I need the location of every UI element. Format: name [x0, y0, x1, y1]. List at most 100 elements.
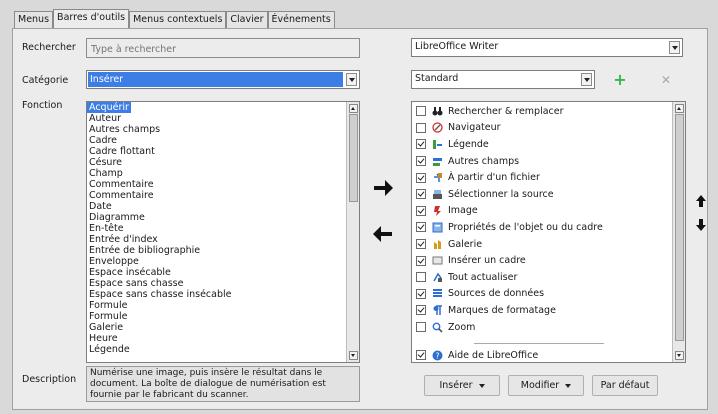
remove-command-button[interactable] — [370, 222, 396, 248]
function-list-item[interactable]: Entrée d'index — [87, 234, 359, 245]
command-item[interactable]: Autres champs — [412, 153, 685, 170]
checkbox[interactable] — [416, 255, 426, 266]
help-icon: ? — [432, 350, 443, 361]
function-item-label: Autres champs — [89, 124, 161, 135]
command-label: Autres champs — [448, 155, 520, 167]
function-list-item[interactable]: Cadre flottant — [87, 146, 359, 157]
tab-menus[interactable]: Menus — [14, 11, 54, 28]
function-list-item[interactable]: Cadre — [87, 135, 359, 146]
scrollbar-thumb[interactable] — [675, 114, 684, 341]
function-list-item[interactable]: Espace sans chasse — [87, 278, 359, 289]
function-list-item[interactable]: Espace sans chasse insécable — [87, 289, 359, 300]
command-item[interactable]: Zoom — [412, 319, 685, 336]
function-list-item[interactable]: Galerie — [87, 322, 359, 333]
function-list-item[interactable]: Légende — [87, 344, 359, 355]
checkbox[interactable] — [416, 272, 426, 283]
function-list-item[interactable]: Acquérir — [87, 102, 359, 113]
category-label: Catégorie — [22, 75, 69, 86]
function-list-item[interactable]: Heure — [87, 333, 359, 344]
commands-scrollbar[interactable] — [672, 102, 685, 362]
separator — [474, 343, 604, 344]
search-input-text[interactable] — [89, 40, 353, 58]
function-list-item[interactable]: Date — [87, 201, 359, 212]
remove-toolbar-button[interactable]: ✕ — [656, 70, 676, 89]
scroll-up-icon[interactable] — [675, 104, 684, 113]
command-item-help[interactable]: ? Aide de LibreOffice — [412, 347, 538, 362]
function-list-item[interactable]: Formule — [87, 311, 359, 322]
chevron-down-icon[interactable] — [581, 73, 592, 86]
modify-button[interactable]: Modifier — [508, 375, 584, 396]
function-list-scrollbar[interactable] — [346, 102, 359, 362]
scrollbar-thumb[interactable] — [349, 114, 358, 202]
category-dropdown[interactable]: Insérer — [86, 70, 360, 89]
move-up-button[interactable] — [694, 193, 708, 209]
scope-dropdown[interactable]: LibreOffice Writer — [411, 38, 683, 57]
add-toolbar-button[interactable]: + — [610, 70, 630, 89]
command-item[interactable]: Légende — [412, 136, 685, 153]
function-list-item[interactable]: Commentaire — [87, 190, 359, 201]
function-list-item[interactable]: Diagramme — [87, 212, 359, 223]
toolbar-commands-list[interactable]: Rechercher & remplacer Navigateur Légende A… — [411, 101, 686, 363]
description-text: Numérise une image, puis insère le résul… — [86, 366, 360, 402]
command-item[interactable]: Sources de données — [412, 286, 685, 303]
checkbox[interactable] — [416, 139, 426, 150]
checkbox[interactable] — [416, 239, 426, 250]
function-item-label: Espace sans chasse — [89, 278, 184, 289]
command-item[interactable]: Image — [412, 203, 685, 220]
command-item[interactable]: Insérer un cadre — [412, 252, 685, 269]
checkbox[interactable] — [416, 156, 426, 167]
function-list-item[interactable]: Auteur — [87, 113, 359, 124]
tab-toolbars[interactable]: Barres d'outils — [53, 9, 130, 28]
function-list-item[interactable]: Commentaire — [87, 179, 359, 190]
function-list-item[interactable]: Enveloppe — [87, 256, 359, 267]
scroll-down-icon[interactable] — [349, 351, 358, 360]
move-down-button[interactable] — [694, 217, 708, 233]
insert-button[interactable]: Insérer — [424, 375, 500, 396]
checkbox[interactable] — [416, 305, 426, 316]
function-list-item[interactable]: Césure — [87, 157, 359, 168]
command-item[interactable]: Navigateur — [412, 120, 685, 137]
function-list[interactable]: Acquérir Auteur Autres champs Cadre Cadre fl… — [86, 101, 360, 363]
checkbox[interactable] — [416, 288, 426, 299]
search-input[interactable] — [86, 38, 360, 58]
function-list-item[interactable]: En-tête — [87, 223, 359, 234]
checkbox[interactable] — [416, 222, 426, 233]
command-item[interactable]: Rechercher & remplacer — [412, 103, 685, 120]
command-item[interactable]: À partir d'un fichier — [412, 169, 685, 186]
command-item[interactable]: Propriétés de l'objet ou du cadre — [412, 219, 685, 236]
scroll-up-icon[interactable] — [349, 104, 358, 113]
checkbox[interactable] — [416, 205, 426, 216]
datasource-icon — [432, 288, 443, 299]
checkbox[interactable] — [416, 106, 426, 117]
checkbox[interactable] — [416, 350, 426, 361]
chevron-down-icon[interactable] — [346, 73, 357, 86]
command-item[interactable]: Marques de formatage — [412, 302, 685, 319]
scroll-down-icon[interactable] — [675, 351, 684, 360]
command-item[interactable]: Sélectionner la source — [412, 186, 685, 203]
default-button[interactable]: Par défaut — [592, 375, 658, 396]
add-command-button[interactable] — [370, 176, 396, 202]
function-list-item[interactable]: Champ — [87, 168, 359, 179]
image-icon — [432, 205, 443, 217]
toolbar-dropdown[interactable]: Standard — [411, 70, 595, 89]
function-item-label: Entrée de bibliographie — [89, 245, 201, 256]
function-list-item[interactable]: Formule — [87, 300, 359, 311]
function-list-item[interactable]: Espace insécable — [87, 267, 359, 278]
tab-context-menus[interactable]: Menus contextuels — [129, 11, 227, 28]
caption-icon — [432, 139, 443, 150]
checkbox[interactable] — [416, 172, 426, 183]
tab-events[interactable]: Événements — [267, 11, 335, 28]
dropdown-arrow-icon — [565, 383, 572, 388]
command-item[interactable]: Tout actualiser — [412, 269, 685, 286]
tab-keyboard[interactable]: Clavier — [226, 11, 268, 28]
chevron-down-icon[interactable] — [669, 41, 680, 54]
checkbox[interactable] — [416, 322, 426, 333]
command-item[interactable]: Galerie — [412, 236, 685, 253]
function-item-label: En-tête — [89, 223, 124, 234]
function-item-label: Cadre flottant — [89, 146, 155, 157]
function-list-item[interactable]: Autres champs — [87, 124, 359, 135]
checkbox[interactable] — [416, 122, 426, 133]
function-items: Acquérir Auteur Autres champs Cadre Cadre fl… — [87, 102, 359, 355]
checkbox[interactable] — [416, 189, 426, 200]
function-list-item[interactable]: Entrée de bibliographie — [87, 245, 359, 256]
